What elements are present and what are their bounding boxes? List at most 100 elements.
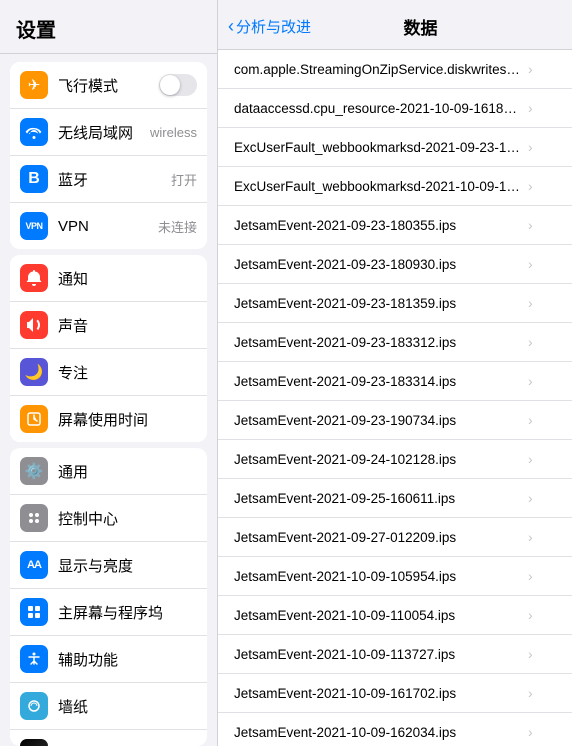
file-item[interactable]: JetsamEvent-2021-10-09-110054.ips › (218, 596, 572, 635)
sidebar-section-alerts: 通知 声音 🌙 专注 屏幕使用时间 (10, 255, 207, 442)
sidebar-item-label: 声音 (58, 315, 197, 336)
file-item[interactable]: dataaccessd.cpu_resource-2021-10-09-1618… (218, 89, 572, 128)
sidebar-item-wifi[interactable]: 无线局域网 wireless (10, 109, 207, 156)
sidebar-item-label: 专注 (58, 362, 197, 383)
bluetooth-value: 打开 (171, 170, 197, 189)
sidebar-item-wallpaper[interactable]: 墙纸 (10, 683, 207, 730)
file-name: JetsamEvent-2021-09-23-183312.ips (234, 335, 524, 350)
sidebar-item-accessibility[interactable]: 辅助功能 (10, 636, 207, 683)
controlcenter-icon (20, 504, 48, 532)
sound-icon (20, 311, 48, 339)
file-name: JetsamEvent-2021-09-23-183314.ips (234, 374, 524, 389)
sidebar-item-label: 飞行模式 (58, 75, 159, 96)
display-icon: AA (20, 551, 48, 579)
sidebar-item-homescreen[interactable]: 主屏幕与程序坞 (10, 589, 207, 636)
airplane-icon: ✈ (20, 71, 48, 99)
file-item[interactable]: JetsamEvent-2021-10-09-161702.ips › (218, 674, 572, 713)
file-name: dataaccessd.cpu_resource-2021-10-09-1618… (234, 101, 524, 116)
sidebar-item-general[interactable]: ⚙️ 通用 (10, 448, 207, 495)
sidebar-item-siri[interactable]: ◉ Siri与搜索 (10, 730, 207, 746)
file-name: ExcUserFault_webbookmarksd-2021-09-23-18… (234, 140, 524, 155)
file-item[interactable]: JetsamEvent-2021-09-27-012209.ips › (218, 518, 572, 557)
file-item[interactable]: JetsamEvent-2021-10-09-162034.ips › (218, 713, 572, 746)
wallpaper-icon (20, 692, 48, 720)
sidebar-item-label: 蓝牙 (58, 169, 171, 190)
file-item[interactable]: JetsamEvent-2021-09-25-160611.ips › (218, 479, 572, 518)
chevron-icon: › (528, 217, 533, 233)
sidebar-item-screentime[interactable]: 屏幕使用时间 (10, 396, 207, 442)
sidebar-section-general: ⚙️ 通用 控制中心 AA 显示与亮度 主屏幕与程序坞 辅助功能 (10, 448, 207, 746)
file-item[interactable]: JetsamEvent-2021-09-23-181359.ips › (218, 284, 572, 323)
file-name: com.apple.StreamingOnZipService.diskwrit… (234, 62, 524, 77)
chevron-icon: › (528, 100, 533, 116)
file-item[interactable]: ExcUserFault_webbookmarksd-2021-09-23-18… (218, 128, 572, 167)
file-item[interactable]: JetsamEvent-2021-10-09-105954.ips › (218, 557, 572, 596)
file-name: JetsamEvent-2021-09-23-180355.ips (234, 218, 524, 233)
siri-icon: ◉ (20, 739, 48, 746)
sidebar-item-airplane[interactable]: ✈ 飞行模式 (10, 62, 207, 109)
accessibility-icon (20, 645, 48, 673)
file-name: JetsamEvent-2021-09-23-180930.ips (234, 257, 524, 272)
file-item[interactable]: JetsamEvent-2021-10-09-113727.ips › (218, 635, 572, 674)
page-title: 数据 (315, 14, 526, 39)
sidebar-item-label: VPN (58, 218, 158, 235)
sidebar-item-bluetooth[interactable]: B 蓝牙 打开 (10, 156, 207, 203)
sidebar-item-label: 控制中心 (58, 508, 197, 529)
file-item[interactable]: JetsamEvent-2021-09-23-180355.ips › (218, 206, 572, 245)
sidebar-section-connectivity: ✈ 飞行模式 无线局域网 wireless B 蓝牙 打开 VPN VPN 未连… (10, 62, 207, 249)
sidebar-header: 设置 (0, 0, 217, 54)
file-name: JetsamEvent-2021-10-09-110054.ips (234, 608, 524, 623)
sidebar-item-focus[interactable]: 🌙 专注 (10, 349, 207, 396)
airplane-toggle[interactable] (159, 74, 197, 96)
chevron-icon: › (528, 256, 533, 272)
gear-icon: ⚙️ (20, 457, 48, 485)
chevron-icon: › (528, 568, 533, 584)
sidebar-item-vpn[interactable]: VPN VPN 未连接 (10, 203, 207, 249)
main-panel: ‹ 分析与改进 数据 com.apple.StreamingOnZipServi… (218, 0, 572, 746)
sidebar-item-sound[interactable]: 声音 (10, 302, 207, 349)
sidebar-item-label: 显示与亮度 (58, 555, 197, 576)
chevron-icon: › (528, 139, 533, 155)
file-name: JetsamEvent-2021-09-23-181359.ips (234, 296, 524, 311)
back-button[interactable]: ‹ 分析与改进 (228, 16, 311, 37)
chevron-icon: › (528, 685, 533, 701)
file-item[interactable]: JetsamEvent-2021-09-24-102128.ips › (218, 440, 572, 479)
chevron-icon: › (528, 61, 533, 77)
file-name: JetsamEvent-2021-09-27-012209.ips (234, 530, 524, 545)
file-item[interactable]: JetsamEvent-2021-09-23-183314.ips › (218, 362, 572, 401)
sidebar: 设置 ✈ 飞行模式 无线局域网 wireless B 蓝牙 打开 VPN VPN… (0, 0, 218, 746)
wifi-value: wireless (150, 125, 197, 140)
moon-icon: 🌙 (20, 358, 48, 386)
main-header: ‹ 分析与改进 数据 (218, 0, 572, 50)
file-name: JetsamEvent-2021-09-25-160611.ips (234, 491, 524, 506)
sidebar-item-controlcenter[interactable]: 控制中心 (10, 495, 207, 542)
sidebar-item-display[interactable]: AA 显示与亮度 (10, 542, 207, 589)
back-label: 分析与改进 (236, 16, 311, 37)
file-list: com.apple.StreamingOnZipService.diskwrit… (218, 50, 572, 746)
file-item[interactable]: JetsamEvent-2021-09-23-180930.ips › (218, 245, 572, 284)
sidebar-item-label: Siri与搜索 (58, 743, 197, 746)
chevron-icon: › (528, 178, 533, 194)
chevron-icon: › (528, 373, 533, 389)
back-chevron-icon: ‹ (228, 16, 234, 37)
file-name: JetsamEvent-2021-10-09-105954.ips (234, 569, 524, 584)
homescreen-icon (20, 598, 48, 626)
file-item[interactable]: JetsamEvent-2021-09-23-183312.ips › (218, 323, 572, 362)
sidebar-item-label: 墙纸 (58, 696, 197, 717)
sidebar-item-label: 主屏幕与程序坞 (58, 602, 197, 623)
file-name: JetsamEvent-2021-10-09-161702.ips (234, 686, 524, 701)
file-item[interactable]: com.apple.StreamingOnZipService.diskwrit… (218, 50, 572, 89)
chevron-icon: › (528, 451, 533, 467)
chevron-icon: › (528, 412, 533, 428)
file-item[interactable]: JetsamEvent-2021-09-23-190734.ips › (218, 401, 572, 440)
sidebar-item-label: 通用 (58, 461, 197, 482)
chevron-icon: › (528, 490, 533, 506)
bluetooth-icon: B (20, 165, 48, 193)
sidebar-item-notification[interactable]: 通知 (10, 255, 207, 302)
sidebar-item-label: 无线局域网 (58, 122, 150, 143)
vpn-icon: VPN (20, 212, 48, 240)
file-item[interactable]: ExcUserFault_webbookmarksd-2021-10-09-16… (218, 167, 572, 206)
chevron-icon: › (528, 646, 533, 662)
wifi-icon (20, 118, 48, 146)
chevron-icon: › (528, 724, 533, 740)
